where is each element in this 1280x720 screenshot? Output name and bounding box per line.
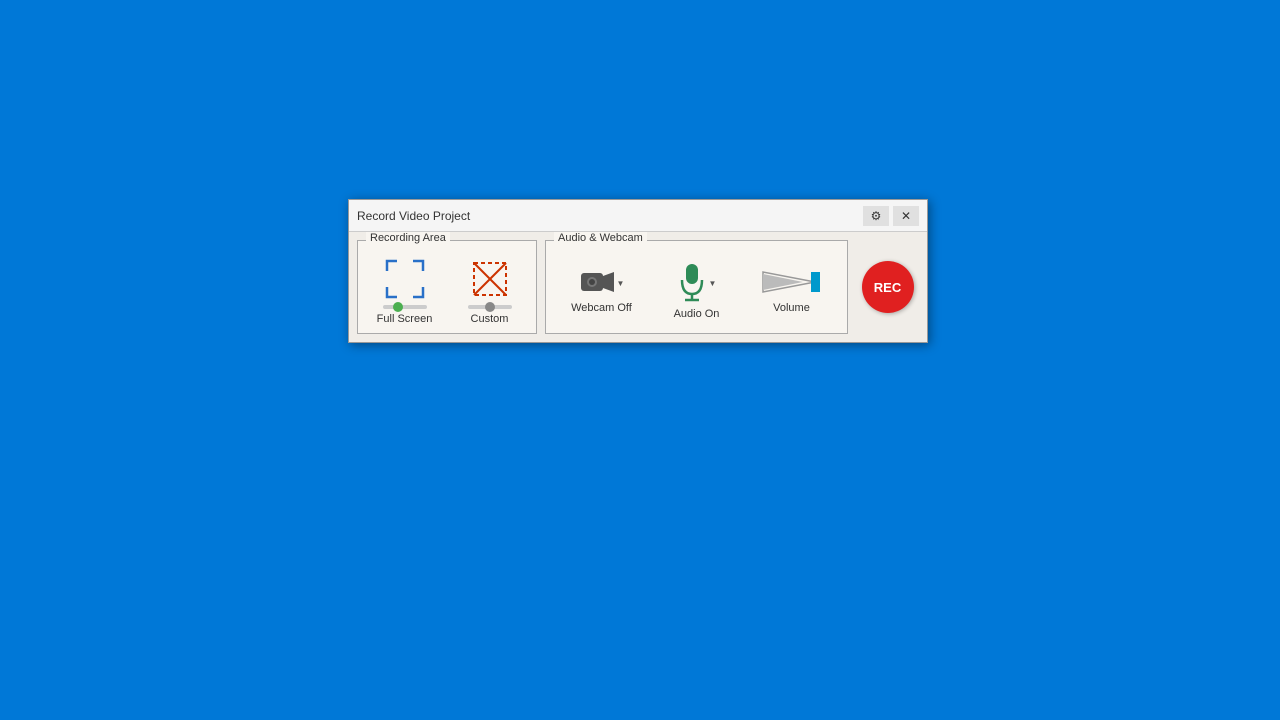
close-button[interactable]: ✕ bbox=[893, 206, 919, 226]
microphone-icon bbox=[677, 262, 707, 302]
fullscreen-slider[interactable] bbox=[383, 305, 427, 309]
audio-control-row: ▼ bbox=[677, 262, 717, 302]
webcam-option[interactable]: ▼ Webcam Off bbox=[554, 268, 649, 314]
recording-area-label: Recording Area bbox=[366, 232, 450, 244]
volume-label: Volume bbox=[773, 302, 810, 314]
fullscreen-option[interactable]: Full Screen bbox=[366, 257, 443, 325]
custom-slider[interactable] bbox=[468, 305, 512, 309]
rec-button[interactable]: REC bbox=[862, 261, 914, 313]
audio-webcam-section: Audio & Webcam ▼ Webcam Off bbox=[545, 240, 848, 334]
rec-button-label: REC bbox=[874, 280, 901, 295]
webcam-dropdown-arrow[interactable]: ▼ bbox=[617, 279, 625, 288]
audio-dropdown-arrow[interactable]: ▼ bbox=[709, 279, 717, 288]
dialog-body: Recording Area Full Screen bbox=[349, 232, 927, 342]
fullscreen-label: Full Screen bbox=[377, 313, 433, 325]
settings-icon: ⚙ bbox=[871, 209, 882, 223]
custom-icon bbox=[468, 257, 512, 301]
fullscreen-slider-container bbox=[383, 305, 427, 309]
record-video-dialog: Record Video Project ⚙ ✕ Recording Area bbox=[348, 199, 928, 343]
recording-area-section: Recording Area Full Screen bbox=[357, 240, 537, 334]
close-icon: ✕ bbox=[901, 209, 911, 223]
settings-button[interactable]: ⚙ bbox=[863, 206, 889, 226]
webcam-control-row: ▼ bbox=[579, 268, 625, 296]
custom-option[interactable]: Custom bbox=[451, 257, 528, 325]
custom-slider-container bbox=[468, 305, 512, 309]
audio-label: Audio On bbox=[674, 308, 720, 320]
webcam-label: Webcam Off bbox=[571, 302, 632, 314]
webcam-icon bbox=[579, 268, 615, 296]
custom-label: Custom bbox=[471, 313, 509, 325]
volume-slider-icon[interactable] bbox=[759, 268, 824, 296]
title-bar: Record Video Project ⚙ ✕ bbox=[349, 200, 927, 232]
volume-control-row bbox=[759, 268, 824, 296]
title-bar-controls: ⚙ ✕ bbox=[863, 206, 919, 226]
dialog-title: Record Video Project bbox=[357, 209, 470, 223]
volume-option: Volume bbox=[744, 268, 839, 314]
fullscreen-icon bbox=[383, 257, 427, 301]
audio-option[interactable]: ▼ Audio On bbox=[649, 262, 744, 320]
rec-right-area: REC bbox=[856, 240, 919, 334]
audio-webcam-label: Audio & Webcam bbox=[554, 232, 647, 244]
